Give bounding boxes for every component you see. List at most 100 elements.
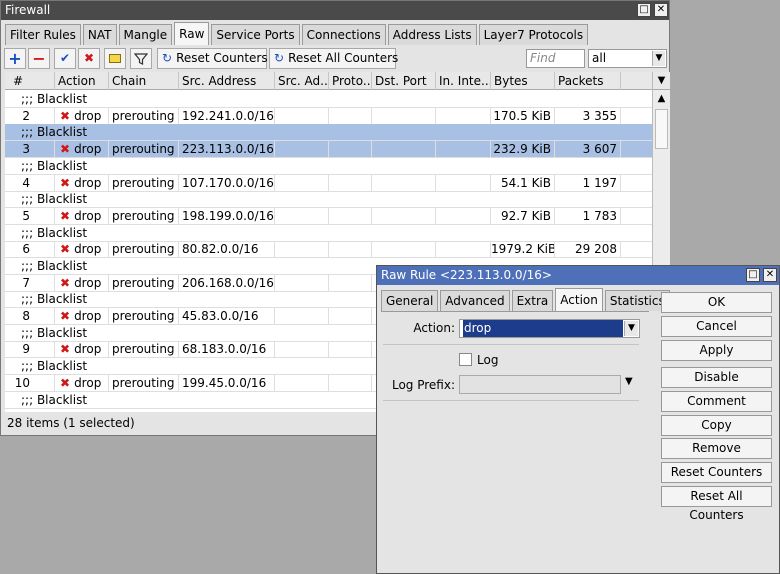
cell-chain: prerouting bbox=[109, 375, 179, 392]
comment-row[interactable]: ;;; Blacklist bbox=[5, 91, 652, 108]
col-src-address[interactable]: Src. Address bbox=[179, 72, 275, 90]
cell-action: ✖ drop bbox=[55, 241, 109, 258]
tab-service-ports[interactable]: Service Ports bbox=[211, 24, 300, 45]
dialog-close-icon[interactable]: ✕ bbox=[763, 268, 777, 282]
cell-empty bbox=[329, 241, 372, 258]
divider bbox=[383, 344, 639, 345]
comment-text: ;;; Blacklist bbox=[21, 259, 88, 273]
dialog-tab-panel: Action: drop ▼ Log Log Prefix: ▼ bbox=[381, 311, 649, 569]
filter-select[interactable]: all ▼ bbox=[588, 49, 667, 68]
firewall-titlebar[interactable]: Firewall bbox=[1, 1, 669, 20]
action-select[interactable]: drop ▼ bbox=[459, 319, 640, 338]
tab-raw[interactable]: Raw bbox=[174, 22, 210, 45]
table-row[interactable]: 5 ✖ drop prerouting 198.199.0.0/16 92.7 KiB 1 … bbox=[5, 208, 652, 225]
drop-icon: ✖ bbox=[60, 376, 71, 390]
cell-bytes: 232.9 KiB bbox=[491, 141, 555, 158]
maximize-icon[interactable]: □ bbox=[637, 3, 651, 17]
drop-icon: ✖ bbox=[60, 142, 71, 156]
cell-empty bbox=[275, 175, 329, 192]
raw-rule-dialog: Raw Rule <223.113.0.0/16> □ ✕ General Ad… bbox=[376, 265, 780, 574]
remove-button[interactable]: Remove bbox=[661, 438, 772, 459]
comment-row[interactable]: ;;; Blacklist bbox=[5, 158, 652, 175]
cell-action: ✖ drop bbox=[55, 108, 109, 125]
table-row[interactable]: 4 ✖ drop prerouting 107.170.0.0/16 54.1 KiB 1 … bbox=[5, 175, 652, 192]
log-prefix-dropdown-icon[interactable]: ▼ bbox=[625, 376, 633, 387]
tab-general[interactable]: General bbox=[381, 290, 439, 311]
col-src-address-list[interactable]: Src. Ad... bbox=[275, 72, 329, 90]
col-chain[interactable]: Chain bbox=[109, 72, 179, 90]
tab-extra[interactable]: Extra bbox=[511, 290, 554, 311]
scroll-thumb[interactable] bbox=[655, 109, 668, 149]
apply-button[interactable]: Apply bbox=[661, 340, 772, 361]
reset-counters-button[interactable]: ↻ Reset Counters bbox=[157, 48, 268, 69]
reset-all-counters-dialog-button[interactable]: Reset All Counters bbox=[661, 486, 772, 522]
col-action[interactable]: Action bbox=[55, 72, 109, 90]
copy-button[interactable]: Copy bbox=[661, 415, 772, 436]
cell-chain: prerouting bbox=[109, 175, 179, 192]
col-protocol[interactable]: Proto... bbox=[329, 72, 372, 90]
tab-action[interactable]: Action bbox=[555, 288, 603, 311]
comment-row[interactable]: ;;; Blacklist bbox=[5, 124, 652, 141]
cell-num: 9 bbox=[5, 341, 55, 358]
log-label: Log bbox=[477, 353, 499, 367]
table-row[interactable]: 2 ✖ drop prerouting 192.241.0.0/16 170.5 KiB 3… bbox=[5, 108, 652, 125]
comment-icon[interactable] bbox=[104, 48, 126, 69]
drop-icon: ✖ bbox=[60, 309, 71, 323]
cell-src: 68.183.0.0/16 bbox=[179, 341, 275, 358]
tab-layer7-protocols[interactable]: Layer7 Protocols bbox=[478, 24, 589, 45]
col-in-interface[interactable]: In. Inte... bbox=[436, 72, 491, 90]
log-prefix-input[interactable] bbox=[459, 375, 621, 394]
cell-action: ✖ drop bbox=[55, 341, 109, 358]
reset-all-counters-button[interactable]: ↻ Reset All Counters bbox=[269, 48, 398, 69]
cell-empty bbox=[329, 175, 372, 192]
col-dst-port[interactable]: Dst. Port bbox=[372, 72, 436, 90]
scroll-up-icon[interactable]: ▲ bbox=[653, 91, 670, 107]
comment-row[interactable]: ;;; Blacklist bbox=[5, 225, 652, 242]
tab-mangle[interactable]: Mangle bbox=[118, 24, 173, 45]
comment-text: ;;; Blacklist bbox=[21, 192, 88, 206]
disable-button[interactable]: Disable bbox=[661, 367, 772, 388]
drop-icon: ✖ bbox=[60, 176, 71, 190]
cell-chain: prerouting bbox=[109, 308, 179, 325]
remove-icon[interactable]: − bbox=[28, 48, 50, 69]
col-packets[interactable]: Packets bbox=[555, 72, 621, 90]
table-row[interactable]: 6 ✖ drop prerouting 80.82.0.0/16 1979.2 KiB 29… bbox=[5, 241, 652, 258]
close-icon[interactable]: ✕ bbox=[654, 3, 668, 17]
tab-connections[interactable]: Connections bbox=[301, 24, 386, 45]
find-input[interactable]: Find bbox=[526, 49, 585, 68]
col-bytes[interactable]: Bytes bbox=[491, 72, 555, 90]
tab-nat[interactable]: NAT bbox=[82, 24, 117, 45]
scroll-menu-icon[interactable]: ▼ bbox=[653, 72, 670, 90]
reset-counters-dialog-button[interactable]: Reset Counters bbox=[661, 462, 772, 483]
tab-advanced[interactable]: Advanced bbox=[440, 290, 510, 311]
cell-empty bbox=[329, 108, 372, 125]
add-icon[interactable]: + bbox=[4, 48, 26, 69]
table-row[interactable]: 3 ✖ drop prerouting 223.113.0.0/16 232.9 KiB 3… bbox=[5, 141, 652, 158]
ok-button[interactable]: OK bbox=[661, 292, 772, 313]
cell-num: 2 bbox=[5, 108, 55, 125]
cancel-button[interactable]: Cancel bbox=[661, 316, 772, 337]
disable-icon[interactable]: ✖ bbox=[78, 48, 100, 69]
col-number[interactable]: # bbox=[5, 72, 55, 90]
tab-address-lists[interactable]: Address Lists bbox=[387, 24, 477, 45]
cell-bytes: 92.7 KiB bbox=[491, 208, 555, 225]
cell-empty bbox=[275, 375, 329, 392]
comment-text: ;;; Blacklist bbox=[21, 159, 88, 173]
dropdown-icon: ▼ bbox=[652, 51, 665, 66]
comment-button[interactable]: Comment bbox=[661, 391, 772, 412]
comment-row[interactable]: ;;; Blacklist bbox=[5, 191, 652, 208]
dialog-maximize-icon[interactable]: □ bbox=[746, 268, 760, 282]
dialog-titlebar[interactable]: Raw Rule <223.113.0.0/16> bbox=[377, 266, 779, 285]
tab-filter-rules[interactable]: Filter Rules bbox=[5, 24, 81, 45]
reset-icon: ↻ bbox=[162, 51, 173, 65]
cell-src: 198.199.0.0/16 bbox=[179, 208, 275, 225]
cell-bytes: 170.5 KiB bbox=[491, 108, 555, 125]
tab-statistics[interactable]: Statistics bbox=[604, 290, 670, 311]
cell-empty bbox=[329, 341, 372, 358]
log-checkbox[interactable] bbox=[459, 353, 472, 366]
filter-icon[interactable] bbox=[130, 48, 152, 69]
enable-icon[interactable]: ✔ bbox=[54, 48, 76, 69]
cell-empty bbox=[329, 375, 372, 392]
cell-empty bbox=[436, 141, 491, 158]
cell-empty bbox=[372, 141, 436, 158]
